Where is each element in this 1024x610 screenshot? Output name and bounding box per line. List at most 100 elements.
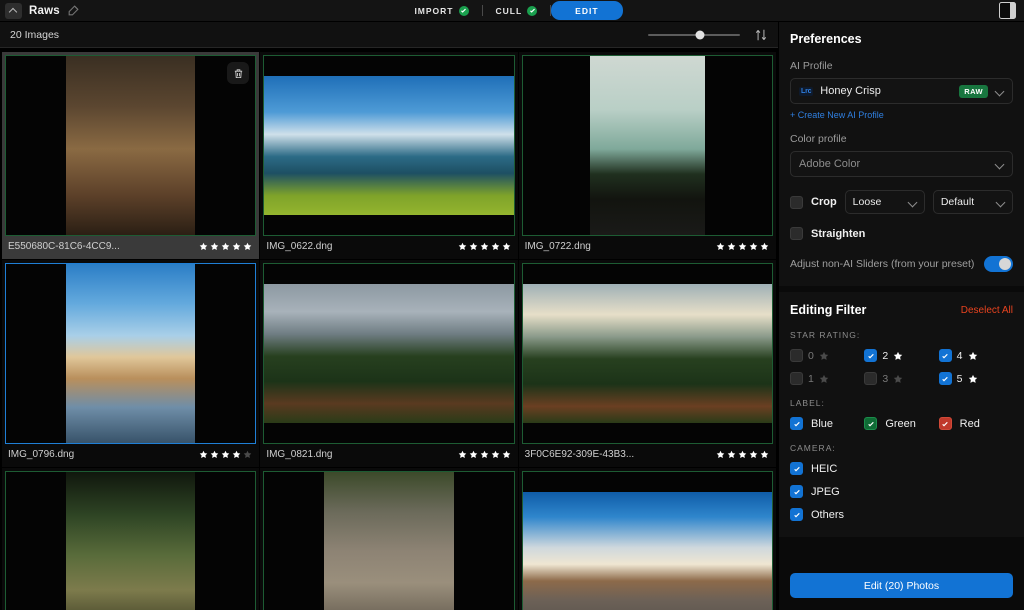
thumbnail-star-rating[interactable] [458,242,511,251]
thumbnail-frame[interactable] [5,263,257,444]
crop-mode-select[interactable]: Loose [844,190,925,214]
step-import-label: IMPORT [414,5,454,16]
thumbnail-filename: E550680C-81C6-4CC9... [8,240,120,252]
thumbnail-card[interactable]: 3F0C6E92-309E-43B3... [518,260,776,467]
star-filter-value: 1 [808,372,814,385]
thumbnail-grid[interactable]: E550680C-81C6-4CC9... IMG_0622.dng IMG_072… [0,48,778,610]
star-filter-value: 5 [956,372,963,385]
thumbnail-frame[interactable] [263,471,515,610]
thumbnail-frame[interactable] [521,55,773,236]
crop-ratio-select[interactable]: Default [932,190,1014,214]
thumbnail-filename: 3F0C6E92-309E-43B3... [524,448,635,460]
camera-filter-option[interactable]: HEIC [790,462,1013,475]
check-circle-icon [458,5,469,16]
crop-checkbox[interactable] [790,195,803,209]
ai-profile-value: Honey Crisp [820,85,881,97]
create-ai-profile-link[interactable]: + Create New AI Profile [790,110,1013,120]
camera-filter-option[interactable]: JPEG [790,485,1013,498]
thumbnail-card[interactable] [2,468,260,610]
ai-profile-label: AI Profile [790,60,833,72]
star-filter-checkbox[interactable] [790,349,803,362]
thumbnail-card[interactable] [518,468,776,610]
deselect-all-link[interactable]: Deselect All [961,305,1013,316]
star-filter-checkbox[interactable] [938,372,952,385]
thumbnail-card[interactable]: IMG_0722.dng [518,52,776,259]
thumbnail-frame[interactable] [263,55,515,236]
camera-filter-option[interactable]: Others [790,508,1013,521]
non-ai-sliders-toggle[interactable] [984,256,1013,272]
chevron-down-icon[interactable] [995,87,1004,96]
thumbnail-star-rating[interactable] [199,450,252,459]
step-cull[interactable]: CULL [483,2,551,20]
thumbnail-card[interactable]: IMG_0796.dng [2,260,260,467]
star-filter-value: 4 [956,349,963,362]
top-bar: Raws IMPORT CULL EDIT [0,0,1024,22]
straighten-checkbox[interactable] [790,227,803,240]
edit-photos-button[interactable]: Edit (20) Photos [790,573,1013,598]
color-profile-select[interactable]: Adobe Color [790,151,1013,177]
star-filter-option[interactable]: 3 [864,372,938,385]
thumbnail-image [65,264,196,443]
crop-mode-value: Loose [852,196,882,208]
thumbnail-star-rating[interactable] [716,242,769,251]
ai-profile-select[interactable]: Lrc Honey Crisp RAW [790,78,1013,104]
thumbnail-card[interactable]: E550680C-81C6-4CC9... [2,52,260,259]
label-filter-checkbox[interactable] [790,417,803,430]
sort-updown-icon[interactable] [754,28,768,42]
label-filter-option[interactable]: Green [864,417,938,430]
gallery-header: 20 Images [0,22,778,48]
step-import[interactable]: IMPORT [401,2,481,20]
thumbnail-image [264,283,514,424]
thumbnail-star-rating[interactable] [199,242,252,251]
label-filter-option[interactable]: Blue [790,417,864,430]
slider-thumb[interactable] [695,30,705,39]
right-panel-toggle-icon[interactable] [999,2,1016,19]
gallery-pane: 20 Images E550680C-81C6-4CC9... IMG_0622.… [0,22,778,610]
camera-filter-checkbox[interactable] [790,508,803,521]
label-filter-checkbox[interactable] [938,417,952,430]
workflow-steps: IMPORT CULL EDIT [0,1,1024,20]
star-filter-option[interactable]: 0 [790,349,864,362]
camera-filter-checkbox[interactable] [790,485,803,498]
color-profile-value: Adobe Color [799,158,861,170]
star-filter-option[interactable]: 5 [938,372,1013,385]
collapse-panel-button[interactable] [5,2,22,19]
thumbnail-frame[interactable] [263,263,515,444]
star-filter-value: 3 [882,372,889,385]
thumbnail-frame[interactable] [521,471,773,610]
thumbnail-card[interactable] [260,468,518,610]
star-filter-checkbox[interactable] [790,372,803,385]
star-filter-option[interactable]: 1 [790,372,864,385]
step-edit-label: EDIT [575,5,599,16]
edit-pencil-icon[interactable] [67,4,80,17]
footer-actions: Edit (20) Photos [779,563,1024,610]
thumbnail-filename: IMG_0722.dng [524,240,591,252]
camera-filter-checkbox[interactable] [790,462,803,475]
non-ai-sliders-label: Adjust non-AI Sliders (from your preset) [790,258,975,270]
step-edit[interactable]: EDIT [551,1,623,20]
chevron-down-icon[interactable] [908,198,917,207]
thumbnail-image [65,56,196,235]
thumbnail-star-rating[interactable] [716,450,769,459]
star-filter-checkbox[interactable] [938,349,952,362]
thumbnail-frame[interactable] [521,263,773,444]
chevron-down-icon[interactable] [996,198,1005,207]
label-filter-option[interactable]: Red [938,417,1013,430]
label-filter-checkbox[interactable] [864,417,878,430]
star-filter-option[interactable]: 4 [938,349,1013,362]
star-filter-option[interactable]: 2 [864,349,938,362]
editing-filter-section: Editing Filter Deselect All STAR RATING:… [779,292,1024,537]
thumbnail-size-slider[interactable] [648,29,740,41]
trash-icon[interactable] [227,62,250,84]
label-filter-name: Green [885,417,916,430]
thumbnail-frame[interactable] [5,55,257,236]
camera-filter-name: JPEG [811,485,840,498]
chevron-down-icon[interactable] [995,160,1004,169]
thumbnail-card[interactable]: IMG_0821.dng [260,260,518,467]
thumbnail-star-rating[interactable] [458,450,511,459]
star-filter-checkbox[interactable] [864,372,878,385]
camera-filter-name: Others [811,508,845,521]
star-filter-checkbox[interactable] [864,349,878,362]
thumbnail-frame[interactable] [5,471,257,610]
thumbnail-card[interactable]: IMG_0622.dng [260,52,518,259]
